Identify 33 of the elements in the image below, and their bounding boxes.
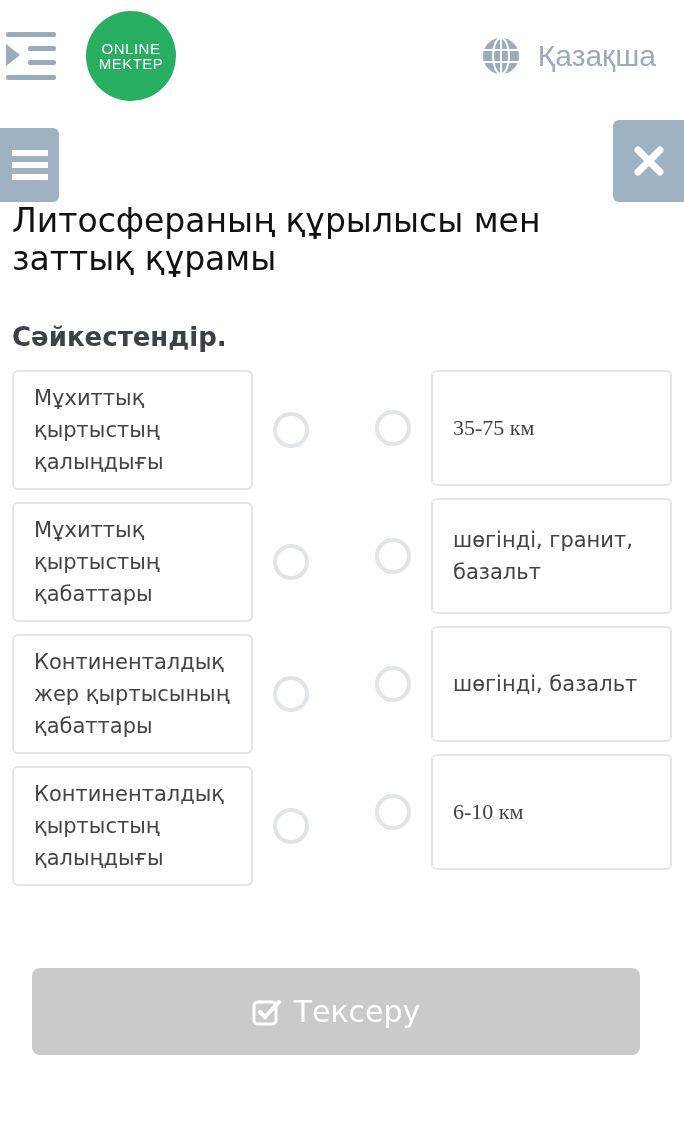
answer-text: 35-75 км (453, 414, 535, 442)
checkbox-icon (251, 997, 282, 1026)
answer-text: Мұхиттық қыртыстың қабаттары (34, 517, 161, 608)
answer-text: Континенталдық жер қыртысының қабаттары (34, 649, 231, 740)
match-radio[interactable] (375, 794, 411, 830)
answer-card[interactable]: шөгінді, базальт (431, 626, 672, 742)
match-radio[interactable] (273, 412, 309, 448)
match-radio[interactable] (375, 410, 411, 446)
match-radio[interactable] (273, 676, 309, 712)
answer-card[interactable]: шөгінді, гранит, базальт (431, 498, 672, 614)
answer-card[interactable]: Мұхиттық қыртыстың қалыңдығы (12, 370, 253, 490)
globe-icon (481, 37, 520, 75)
answer-text: 6-10 км (453, 798, 524, 826)
match-radio[interactable] (273, 544, 309, 580)
menu-icon (11, 150, 48, 180)
answer-card[interactable]: Континенталдық жер қыртысының қабаттары (12, 634, 253, 754)
answer-card[interactable]: 6-10 км (431, 754, 672, 870)
answer-text: шөгінді, базальт (453, 671, 638, 698)
match-radio[interactable] (375, 538, 411, 574)
instruction-text: Сәйкестендір. (11, 322, 228, 354)
match-radio[interactable] (273, 808, 309, 844)
answer-card[interactable]: Континенталдық қыртыстың қалыңдығы (12, 766, 253, 886)
answer-text: Мұхиттық қыртыстың қалыңдығы (34, 385, 165, 476)
close-icon (633, 146, 664, 176)
lesson-title: Литосфераның құрылысы мен заттық құрамы (11, 202, 542, 280)
answer-text: шөгінді, гранит, базальт (453, 527, 634, 586)
answer-card[interactable]: Мұхиттық қыртыстың қабаттары (12, 502, 253, 622)
answer-text: Континенталдық қыртыстың қалыңдығы (34, 781, 226, 872)
close-button[interactable] (613, 120, 684, 202)
menu-icon[interactable] (6, 32, 56, 80)
match-radio[interactable] (375, 666, 411, 702)
sidebar-toggle-button[interactable] (0, 128, 59, 202)
answer-card[interactable]: 35-75 км (431, 370, 672, 486)
